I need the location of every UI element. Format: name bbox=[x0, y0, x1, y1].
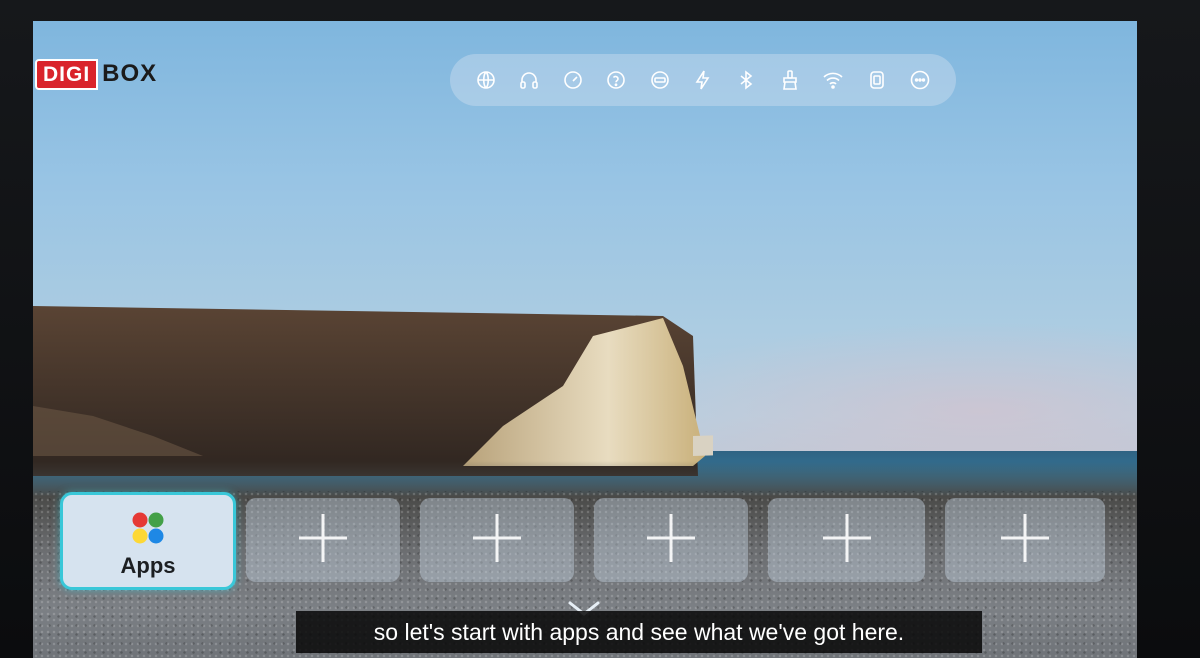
add-shortcut-tile-4[interactable] bbox=[768, 498, 925, 582]
plus-icon bbox=[291, 506, 355, 575]
add-shortcut-tile-2[interactable] bbox=[420, 498, 574, 582]
logo-box-text: BOX bbox=[102, 60, 158, 87]
speedometer-icon[interactable] bbox=[558, 65, 588, 95]
bluetooth-icon[interactable] bbox=[731, 65, 761, 95]
plus-icon bbox=[993, 506, 1057, 575]
headset-icon[interactable] bbox=[514, 65, 544, 95]
add-shortcut-tile-1[interactable] bbox=[246, 498, 400, 582]
apps-tile[interactable]: Apps bbox=[60, 492, 236, 590]
plus-icon bbox=[815, 506, 879, 575]
plus-icon bbox=[465, 506, 529, 575]
quick-settings-bar bbox=[450, 54, 956, 106]
help-icon[interactable] bbox=[601, 65, 631, 95]
plus-icon bbox=[639, 506, 703, 575]
apps-label: Apps bbox=[120, 553, 176, 578]
video-subtitle: so let's start with apps and see what we… bbox=[296, 611, 982, 653]
digibox-logo: DIGI BOX bbox=[35, 58, 157, 90]
add-shortcut-tile-3[interactable] bbox=[594, 498, 748, 582]
cleaner-brush-icon[interactable] bbox=[775, 65, 805, 95]
network-globe-icon[interactable] bbox=[471, 65, 501, 95]
apps-grid-icon bbox=[132, 512, 164, 544]
device-icon[interactable] bbox=[862, 65, 892, 95]
flash-icon[interactable] bbox=[688, 65, 718, 95]
hdmi-icon[interactable] bbox=[645, 65, 675, 95]
cliff-background bbox=[33, 306, 713, 476]
more-icon[interactable] bbox=[905, 65, 935, 95]
add-shortcut-tile-5[interactable] bbox=[945, 498, 1105, 582]
logo-digi-text: DIGI bbox=[35, 58, 99, 90]
app-tiles-row: Apps bbox=[60, 492, 1120, 592]
wifi-icon[interactable] bbox=[818, 65, 848, 95]
